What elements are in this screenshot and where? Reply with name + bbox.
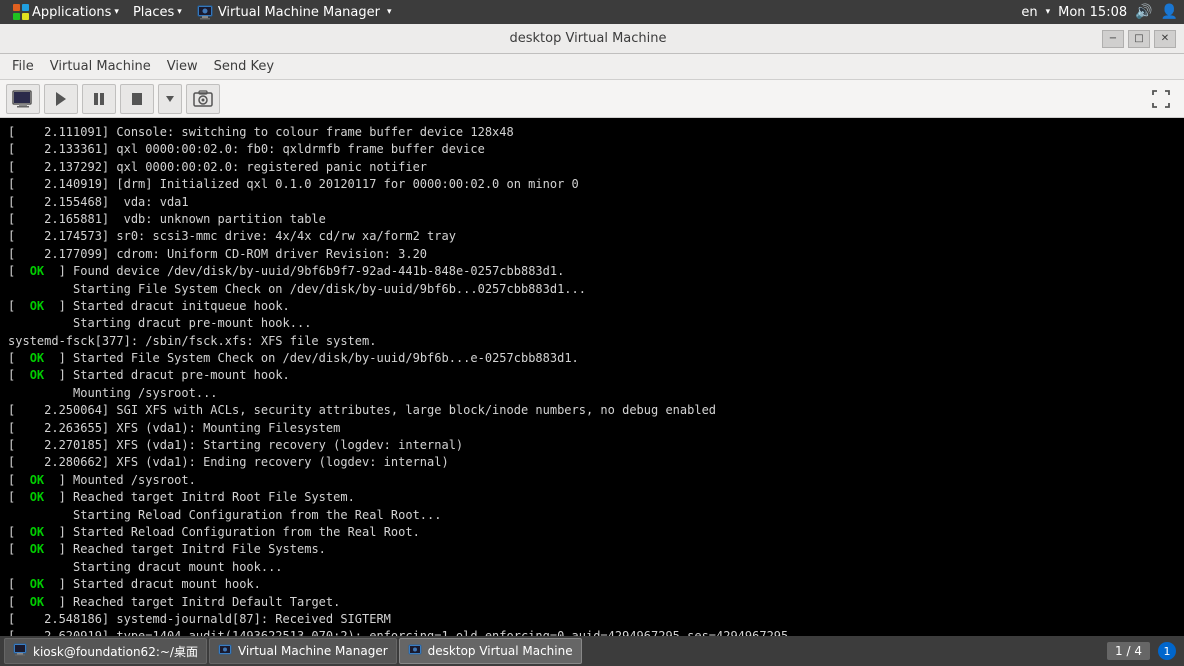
terminal-line: [ 2.133361] qxl 0000:00:02.0: fb0: qxldr… (8, 141, 1176, 158)
taskbar: kiosk@foundation62:~/桌面 Virtual Machine … (0, 636, 1184, 666)
applications-arrow: ▾ (114, 7, 119, 17)
terminal-line: [ 2.250064] SGI XFS with ACLs, security … (8, 402, 1176, 419)
terminal-line: Starting Reload Configuration from the R… (8, 507, 1176, 524)
terminal-line: [ OK ] Started dracut mount hook. (8, 576, 1176, 593)
terminal-line: [ 2.140919] [drm] Initialized qxl 0.1.0 … (8, 176, 1176, 193)
top-bar-right: en ▾ Mon 15:08 🔊 👤 (1021, 4, 1178, 20)
terminal-line: [ 2.137292] qxl 0000:00:02.0: registered… (8, 159, 1176, 176)
terminal-line: [ OK ] Reached target Initrd Root File S… (8, 489, 1176, 506)
taskbar-item-desktop-label: kiosk@foundation62:~/桌面 (33, 643, 198, 660)
terminal-line: [ 2.177099] cdrom: Uniform CD-ROM driver… (8, 246, 1176, 263)
toolbar-right (1144, 84, 1178, 114)
terminal-line: [ 2.111091] Console: switching to colour… (8, 124, 1176, 141)
terminal-line: [ OK ] Started dracut initqueue hook. (8, 298, 1176, 315)
terminal-line: [ 2.174573] sr0: scsi3-mmc drive: 4x/4x … (8, 228, 1176, 245)
terminal-line: [ OK ] Started dracut pre-mount hook. (8, 367, 1176, 384)
terminal-line: [ OK ] Reached target Initrd Default Tar… (8, 594, 1176, 611)
user-icon[interactable]: 👤 (1161, 4, 1178, 20)
taskbar-item-desktop[interactable]: kiosk@foundation62:~/桌面 (4, 638, 207, 664)
terminal-line: [ OK ] Found device /dev/disk/by-uuid/9b… (8, 263, 1176, 280)
top-system-bar: Applications ▾ Places ▾ Virtual Machine … (0, 0, 1184, 24)
applications-menu[interactable]: Applications ▾ (6, 0, 125, 24)
monitor-button[interactable] (6, 84, 40, 114)
close-button[interactable]: ✕ (1154, 30, 1176, 48)
vmm-arrow: ▾ (387, 7, 392, 17)
terminal-line: [ 2.548186] systemd-journald[87]: Receiv… (8, 611, 1176, 628)
terminal-line: [ 2.155468] vda: vda1 (8, 194, 1176, 211)
terminal-line: Starting File System Check on /dev/disk/… (8, 281, 1176, 298)
menu-view[interactable]: View (159, 55, 206, 79)
window-title-bar: desktop Virtual Machine − □ ✕ (0, 24, 1184, 54)
terminal-line: [ OK ] Started Reload Configuration from… (8, 524, 1176, 541)
minimize-button[interactable]: − (1102, 30, 1124, 48)
vmm-label: Virtual Machine Manager (218, 5, 380, 20)
terminal-line: [ 2.270185] XFS (vda1): Starting recover… (8, 437, 1176, 454)
taskbar-right: 1 / 4 1 (1107, 642, 1180, 660)
power-dropdown[interactable] (158, 84, 182, 114)
terminal-line: [ OK ] Started File System Check on /dev… (8, 350, 1176, 367)
applications-label: Applications (32, 5, 111, 20)
terminal-line: systemd-fsck[377]: /sbin/fsck.xfs: XFS f… (8, 333, 1176, 350)
terminal-line: [ 2.280662] XFS (vda1): Ending recovery … (8, 454, 1176, 471)
page-indicator-text: 1 / 4 (1115, 644, 1142, 658)
locale-arrow: ▾ (1046, 7, 1051, 17)
terminal-line: [ OK ] Mounted /sysroot. (8, 472, 1176, 489)
notification-count: 1 (1164, 645, 1171, 658)
terminal-line: [ 2.620919] type=1404 audit(1493622513.0… (8, 628, 1176, 636)
taskbar-item-vmm-label: Virtual Machine Manager (238, 644, 388, 658)
pause-button[interactable] (82, 84, 116, 114)
terminal-line: Starting dracut pre-mount hook... (8, 315, 1176, 332)
play-button[interactable] (44, 84, 78, 114)
terminal-line: [ OK ] Reached target Initrd File System… (8, 541, 1176, 558)
window-title: desktop Virtual Machine (74, 31, 1102, 46)
locale-label: en (1021, 5, 1037, 20)
toolbar (0, 80, 1184, 118)
vmm-menu[interactable]: Virtual Machine Manager ▾ (190, 0, 398, 24)
taskbar-left: kiosk@foundation62:~/桌面 Virtual Machine … (4, 638, 582, 664)
stop-button[interactable] (120, 84, 154, 114)
terminal[interactable]: [ 2.111091] Console: switching to colour… (0, 118, 1184, 636)
restore-button[interactable]: □ (1128, 30, 1150, 48)
terminal-line: Mounting /sysroot... (8, 385, 1176, 402)
taskbar-item-desktop-vm-label: desktop Virtual Machine (428, 644, 573, 658)
terminal-line: [ 2.165881] vdb: unknown partition table (8, 211, 1176, 228)
toolbar-left (6, 84, 220, 114)
volume-icon[interactable]: 🔊 (1135, 4, 1152, 20)
window-controls: − □ ✕ (1102, 30, 1176, 48)
page-indicator: 1 / 4 (1107, 642, 1150, 660)
menu-send-key[interactable]: Send Key (206, 55, 282, 79)
menu-virtual-machine[interactable]: Virtual Machine (42, 55, 159, 79)
fullscreen-button[interactable] (1144, 84, 1178, 114)
notification-badge[interactable]: 1 (1158, 642, 1176, 660)
top-bar-left: Applications ▾ Places ▾ Virtual Machine … (6, 0, 398, 24)
places-arrow: ▾ (177, 7, 182, 17)
taskbar-item-vmm[interactable]: Virtual Machine Manager (209, 638, 397, 664)
screenshot-button[interactable] (186, 84, 220, 114)
clock: Mon 15:08 (1058, 5, 1127, 20)
terminal-line: Starting dracut mount hook... (8, 559, 1176, 576)
menu-file[interactable]: File (4, 55, 42, 79)
taskbar-item-desktop-vm[interactable]: desktop Virtual Machine (399, 638, 582, 664)
menu-bar: File Virtual Machine View Send Key (0, 54, 1184, 80)
places-label: Places (133, 5, 174, 20)
terminal-line: [ 2.263655] XFS (vda1): Mounting Filesys… (8, 420, 1176, 437)
places-menu[interactable]: Places ▾ (127, 0, 188, 24)
